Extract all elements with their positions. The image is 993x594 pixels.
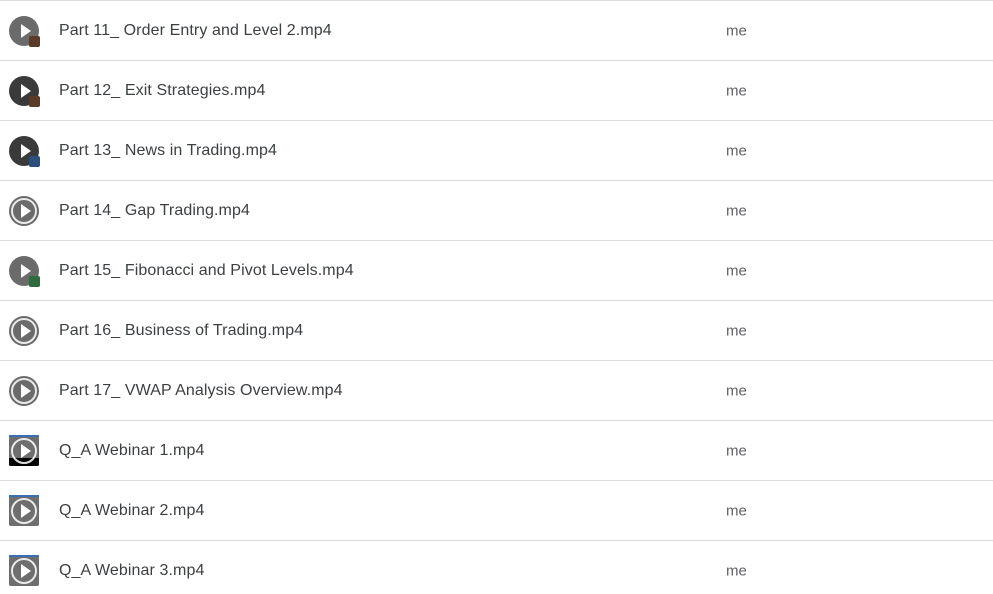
play-icon: [21, 23, 31, 38]
file-owner: me: [726, 202, 747, 219]
file-row[interactable]: Part 11_ Order Entry and Level 2.mp4 me: [0, 1, 993, 61]
file-name: Part 14_ Gap Trading.mp4: [59, 201, 250, 219]
file-owner: me: [726, 382, 747, 399]
file-row[interactable]: Part 13_ News in Trading.mp4 me: [0, 121, 993, 181]
file-owner: me: [726, 22, 747, 39]
file-owner: me: [726, 502, 747, 519]
file-name: Q_A Webinar 3.mp4: [59, 561, 205, 579]
video-thumbnail-icon: [9, 135, 40, 167]
video-thumbnail-icon: [9, 315, 39, 346]
file-row[interactable]: Q_A Webinar 1.mp4 me: [0, 421, 993, 481]
file-row[interactable]: Part 12_ Exit Strategies.mp4 me: [0, 61, 993, 121]
video-thumbnail-icon: [9, 75, 40, 107]
file-owner: me: [726, 322, 747, 339]
play-icon: [21, 383, 31, 398]
play-icon: [21, 563, 31, 578]
play-icon: [21, 263, 31, 278]
file-name: Part 12_ Exit Strategies.mp4: [59, 81, 266, 99]
play-icon: [21, 323, 31, 338]
file-name: Part 15_ Fibonacci and Pivot Levels.mp4: [59, 261, 354, 279]
video-thumbnail-icon: [9, 554, 39, 586]
play-icon: [21, 503, 31, 518]
file-name: Part 16_ Business of Trading.mp4: [59, 321, 304, 339]
file-owner: me: [726, 82, 747, 99]
file-row[interactable]: Part 14_ Gap Trading.mp4 me: [0, 181, 993, 241]
file-row[interactable]: Part 15_ Fibonacci and Pivot Levels.mp4 …: [0, 241, 993, 301]
video-thumbnail-icon: [9, 494, 39, 526]
play-icon: [21, 83, 31, 98]
file-owner: me: [726, 562, 747, 579]
file-name: Q_A Webinar 2.mp4: [59, 501, 205, 519]
file-row[interactable]: Q_A Webinar 2.mp4 me: [0, 481, 993, 541]
video-thumbnail-icon: [9, 15, 40, 47]
play-icon: [21, 143, 31, 158]
file-owner: me: [726, 142, 747, 159]
file-name: Part 17_ VWAP Analysis Overview.mp4: [59, 381, 343, 399]
file-owner: me: [726, 262, 747, 279]
video-thumbnail-icon: [9, 434, 39, 466]
file-row[interactable]: Part 17_ VWAP Analysis Overview.mp4 me: [0, 361, 993, 421]
video-thumbnail-icon: [9, 375, 39, 406]
file-name: Part 11_ Order Entry and Level 2.mp4: [59, 21, 332, 39]
file-name: Part 13_ News in Trading.mp4: [59, 141, 278, 159]
play-icon: [21, 443, 31, 458]
play-icon: [21, 203, 31, 218]
file-row[interactable]: Q_A Webinar 3.mp4 me: [0, 541, 993, 594]
file-list: Part 11_ Order Entry and Level 2.mp4 me …: [0, 0, 993, 594]
file-name: Q_A Webinar 1.mp4: [59, 441, 205, 459]
file-owner: me: [726, 442, 747, 459]
video-thumbnail-icon: [9, 255, 40, 287]
video-thumbnail-icon: [9, 195, 39, 226]
file-row[interactable]: Part 16_ Business of Trading.mp4 me: [0, 301, 993, 361]
